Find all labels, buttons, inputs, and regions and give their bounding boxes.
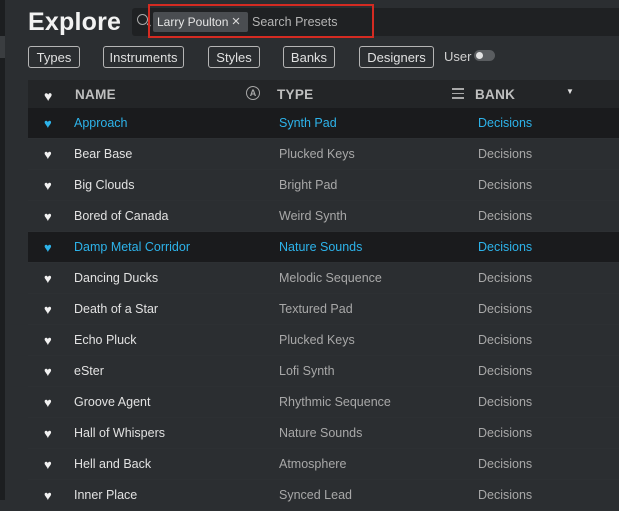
heart-icon[interactable]: ♥ xyxy=(44,178,52,193)
table-row[interactable]: ♥ eSter Lofi Synth Decisions xyxy=(28,356,619,387)
annotation-highlight-box xyxy=(148,4,374,38)
arturia-logo-icon[interactable]: A xyxy=(246,86,260,100)
left-panel-edge xyxy=(0,0,5,500)
table-row[interactable]: ♥ Hell and Back Atmosphere Decisions xyxy=(28,449,619,480)
preset-name: Damp Metal Corridor xyxy=(74,240,191,254)
preset-bank: Decisions xyxy=(478,302,533,316)
preset-name: Echo Pluck xyxy=(74,333,137,347)
hamburger-sort-icon[interactable] xyxy=(452,88,464,99)
column-header-type[interactable]: TYPE xyxy=(277,87,313,102)
preset-name: Groove Agent xyxy=(74,395,151,409)
preset-bank: Decisions xyxy=(478,116,533,130)
preset-bank: Decisions xyxy=(478,333,533,347)
filter-styles-button[interactable]: Styles xyxy=(208,46,260,68)
list-header: ♥ NAME A TYPE BANK ▼ xyxy=(28,80,619,108)
table-row[interactable]: ♥ Echo Pluck Plucked Keys Decisions xyxy=(28,325,619,356)
preset-name: Big Clouds xyxy=(74,178,135,192)
preset-type: Synth Pad xyxy=(279,116,337,130)
filter-designers-button[interactable]: Designers xyxy=(359,46,434,68)
heart-icon[interactable]: ♥ xyxy=(44,333,52,348)
heart-icon[interactable]: ♥ xyxy=(44,302,52,317)
preset-type: Rhythmic Sequence xyxy=(279,395,391,409)
preset-list: ♥ NAME A TYPE BANK ▼ ♥ Approach Synth Pad D… xyxy=(28,80,619,511)
table-row[interactable]: ♥ Hall of Whispers Nature Sounds Decisions xyxy=(28,418,619,449)
preset-type: Plucked Keys xyxy=(279,333,355,347)
table-row[interactable]: ♥ Dancing Ducks Melodic Sequence Decisions xyxy=(28,263,619,294)
filter-instruments-button[interactable]: Instruments xyxy=(103,46,184,68)
preset-bank: Decisions xyxy=(478,457,533,471)
heart-icon[interactable]: ♥ xyxy=(44,364,52,379)
filter-banks-button[interactable]: Banks xyxy=(283,46,335,68)
table-row[interactable]: ♥ Groove Agent Rhythmic Sequence Decisions xyxy=(28,387,619,418)
preset-name: Death of a Star xyxy=(74,302,159,316)
heart-icon[interactable]: ♥ xyxy=(44,209,52,224)
table-row[interactable]: ♥ Damp Metal Corridor Nature Sounds Decisio… xyxy=(28,232,619,263)
preset-name: Bored of Canada xyxy=(74,209,169,223)
filter-types-button[interactable]: Types xyxy=(28,46,80,68)
column-header-bank[interactable]: BANK xyxy=(475,87,515,102)
table-row[interactable]: ♥ Big Clouds Bright Pad Decisions xyxy=(28,170,619,201)
column-header-name[interactable]: NAME xyxy=(75,87,116,102)
preset-bank: Decisions xyxy=(478,147,533,161)
page-title: Explore xyxy=(28,8,122,36)
search-icon xyxy=(137,14,148,25)
preset-type: Nature Sounds xyxy=(279,426,363,440)
preset-type: Lofi Synth xyxy=(279,364,335,378)
triangle-down-icon[interactable]: ▼ xyxy=(566,87,574,96)
heart-icon[interactable]: ♥ xyxy=(44,271,52,286)
toggle-knob xyxy=(476,52,483,59)
preset-name: eSter xyxy=(74,364,104,378)
preset-bank: Decisions xyxy=(478,364,533,378)
preset-name: Hell and Back xyxy=(74,457,152,471)
heart-icon[interactable]: ♥ xyxy=(44,240,52,255)
user-toggle[interactable] xyxy=(474,50,495,61)
preset-name: Bear Base xyxy=(74,147,133,161)
preset-type: Nature Sounds xyxy=(279,240,363,254)
preset-bank: Decisions xyxy=(478,426,533,440)
table-row[interactable]: ♥ Inner Place Synced Lead Decisions xyxy=(28,480,619,511)
preset-name: Approach xyxy=(74,116,128,130)
heart-icon[interactable]: ♥ xyxy=(44,395,52,410)
table-row[interactable]: ♥ Bear Base Plucked Keys Decisions xyxy=(28,139,619,170)
table-row[interactable]: ♥ Death of a Star Textured Pad Decisions xyxy=(28,294,619,325)
preset-bank: Decisions xyxy=(478,209,533,223)
heart-icon[interactable]: ♥ xyxy=(44,426,52,441)
preset-bank: Decisions xyxy=(478,395,533,409)
panel-handle[interactable] xyxy=(0,36,5,58)
table-row[interactable]: ♥ Approach Synth Pad Decisions xyxy=(28,108,619,139)
table-row[interactable]: ♥ Bored of Canada Weird Synth Decisions xyxy=(28,201,619,232)
preset-bank: Decisions xyxy=(478,240,533,254)
heart-icon[interactable]: ♥ xyxy=(44,488,52,503)
heart-icon[interactable]: ♥ xyxy=(44,147,52,162)
preset-name: Hall of Whispers xyxy=(74,426,165,440)
preset-type: Melodic Sequence xyxy=(279,271,382,285)
user-toggle-label: User xyxy=(444,49,472,64)
preset-type: Textured Pad xyxy=(279,302,353,316)
heart-icon[interactable]: ♥ xyxy=(44,116,52,131)
preset-rows: ♥ Approach Synth Pad Decisions ♥ Bear Base Plu… xyxy=(28,108,619,511)
preset-bank: Decisions xyxy=(478,271,533,285)
preset-bank: Decisions xyxy=(478,178,533,192)
favorite-column-heart-icon[interactable]: ♥ xyxy=(44,88,52,104)
preset-type: Weird Synth xyxy=(279,209,347,223)
preset-type: Plucked Keys xyxy=(279,147,355,161)
heart-icon[interactable]: ♥ xyxy=(44,457,52,472)
preset-type: Atmosphere xyxy=(279,457,347,471)
preset-name: Dancing Ducks xyxy=(74,271,159,285)
preset-type: Bright Pad xyxy=(279,178,338,192)
